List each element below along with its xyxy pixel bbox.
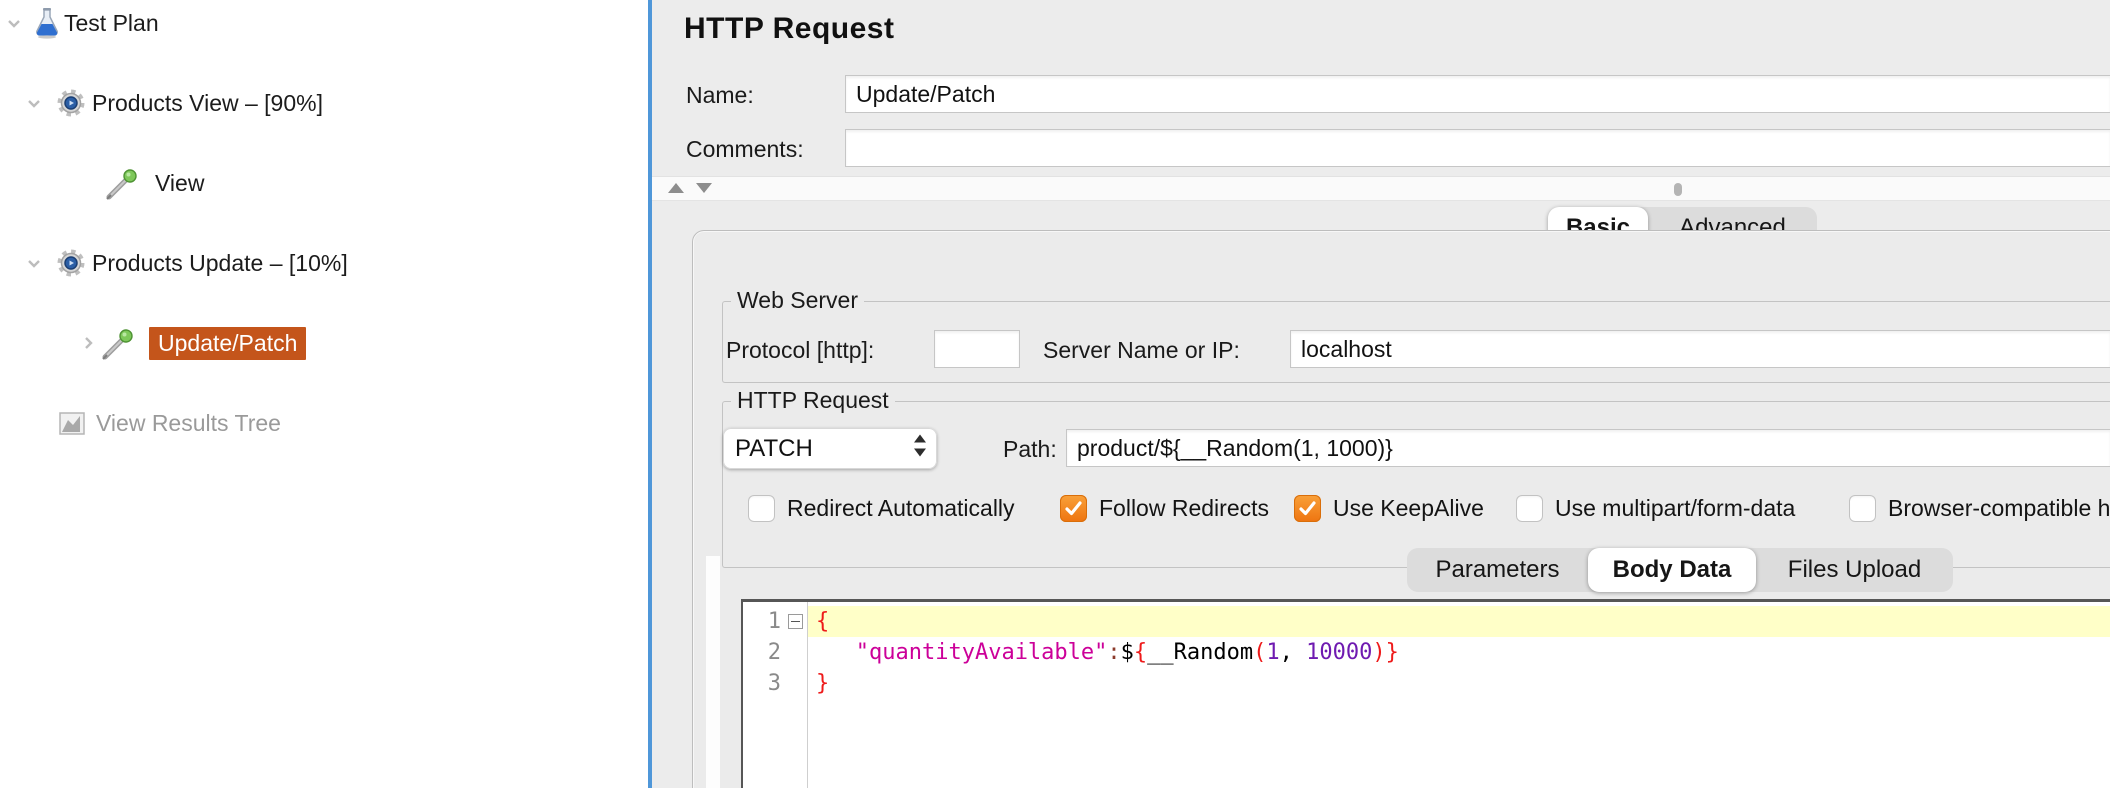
server-name-input[interactable] xyxy=(1290,330,2110,368)
body-tabs: Parameters Body Data Files Upload xyxy=(1407,548,1953,592)
test-plan-tree: Test Plan Products View – [90%] View Pro… xyxy=(0,0,648,788)
http-request-group: HTTP Request xyxy=(722,387,2110,568)
checkbox-browser-compatible[interactable]: Browser-compatible h xyxy=(1849,495,2110,522)
checkbox-use-keepalive[interactable]: Use KeepAlive xyxy=(1294,495,1484,522)
tree-item-update-patch[interactable]: Update/Patch xyxy=(0,323,648,363)
panel-inner-strip xyxy=(706,556,720,788)
http-request-editor-panel: HTTP Request Name: Comments: Basic Advan… xyxy=(652,0,2110,788)
comments-label: Comments: xyxy=(686,136,804,162)
editor-line[interactable]: 3} xyxy=(743,668,2110,699)
comments-input[interactable] xyxy=(845,129,2110,167)
page-title: HTTP Request xyxy=(684,12,895,45)
tree-item-label: Test Plan xyxy=(64,10,159,36)
line-number: 1 xyxy=(767,609,781,634)
header-splitter-bar[interactable] xyxy=(652,176,2110,201)
tree-item-label: Products Update – [10%] xyxy=(92,250,348,276)
http-sampler-pipette-icon xyxy=(104,166,138,200)
checkbox-icon[interactable] xyxy=(1849,495,1876,522)
results-tree-chart-icon xyxy=(56,406,90,440)
line-number: 2 xyxy=(767,640,781,665)
fold-collapse-icon[interactable] xyxy=(788,614,803,629)
http-request-legend: HTTP Request xyxy=(731,387,895,414)
protocol-label: Protocol [http]: xyxy=(726,337,875,363)
path-label: Path: xyxy=(1003,436,1057,462)
tab-body-data[interactable]: Body Data xyxy=(1588,548,1756,592)
protocol-input[interactable] xyxy=(934,330,1020,368)
editor-line[interactable]: 2 "quantityAvailable":${__Random(1, 1000… xyxy=(743,637,2110,668)
checkbox-icon[interactable] xyxy=(748,495,775,522)
checkbox-redirect-automatically[interactable]: Redirect Automatically xyxy=(748,495,1015,522)
tree-item-label: View Results Tree xyxy=(96,410,281,436)
code-text: { xyxy=(816,609,830,634)
checkbox-label: Browser-compatible h xyxy=(1888,495,2110,521)
thread-group-gear-icon xyxy=(54,86,88,120)
gutter-separator xyxy=(807,602,808,788)
tree-item-products-view[interactable]: Products View – [90%] xyxy=(0,83,648,123)
method-select[interactable]: PATCH xyxy=(723,428,937,469)
checkbox-label: Use KeepAlive xyxy=(1333,495,1484,521)
tree-item-label-selected: Update/Patch xyxy=(149,326,307,360)
chevron-down-icon[interactable] xyxy=(4,13,24,33)
name-label: Name: xyxy=(686,82,754,108)
collapse-down-icon[interactable] xyxy=(696,183,712,193)
editor-line[interactable]: 1{ xyxy=(743,606,2110,637)
web-server-legend: Web Server xyxy=(731,287,865,314)
name-input[interactable] xyxy=(845,75,2110,113)
chevron-right-icon[interactable] xyxy=(78,333,98,353)
code-text: } xyxy=(816,671,830,696)
line-number: 3 xyxy=(767,671,781,696)
http-sampler-pipette-icon xyxy=(100,326,134,360)
code-text: "quantityAvailable":${__Random(1, 10000)… xyxy=(855,640,1399,665)
tree-item-test-plan[interactable]: Test Plan xyxy=(0,3,648,43)
checkbox-checked-icon[interactable] xyxy=(1060,495,1087,522)
path-input[interactable] xyxy=(1066,429,2110,467)
checkbox-use-multipart[interactable]: Use multipart/form-data xyxy=(1516,495,1795,522)
tree-item-label: Products View – [90%] xyxy=(92,90,323,116)
checkbox-label: Follow Redirects xyxy=(1099,495,1269,521)
splitter-handle-icon[interactable] xyxy=(1674,183,1682,196)
checkbox-label: Use multipart/form-data xyxy=(1555,495,1796,521)
tab-files-upload[interactable]: Files Upload xyxy=(1756,548,1953,592)
body-data-editor[interactable]: 1{2 "quantityAvailable":${__Random(1, 10… xyxy=(741,599,2110,788)
tree-item-view-results-tree[interactable]: View Results Tree xyxy=(0,403,648,443)
checkbox-checked-icon[interactable] xyxy=(1294,495,1321,522)
tree-item-products-update[interactable]: Products Update – [10%] xyxy=(0,243,648,283)
tree-item-view[interactable]: View xyxy=(0,163,648,203)
stepper-arrows-icon xyxy=(911,432,929,465)
tree-item-label: View xyxy=(155,170,205,196)
server-name-label: Server Name or IP: xyxy=(1043,337,1240,363)
chevron-down-icon[interactable] xyxy=(24,253,44,273)
collapse-up-icon[interactable] xyxy=(668,183,684,193)
chevron-down-icon[interactable] xyxy=(24,93,44,113)
testplan-flask-icon xyxy=(30,6,64,40)
method-value: PATCH xyxy=(735,434,813,462)
checkbox-follow-redirects[interactable]: Follow Redirects xyxy=(1060,495,1269,522)
tab-parameters[interactable]: Parameters xyxy=(1407,548,1588,592)
checkbox-label: Redirect Automatically xyxy=(787,495,1015,521)
checkbox-icon[interactable] xyxy=(1516,495,1543,522)
thread-group-gear-icon xyxy=(54,246,88,280)
